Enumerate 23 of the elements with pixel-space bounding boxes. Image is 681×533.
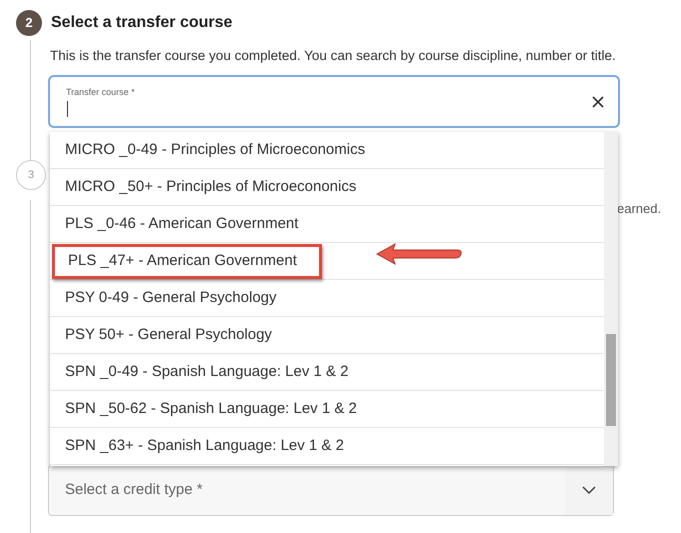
dropdown-option[interactable]: MICRO _50+ - Principles of Microecononics — [52, 170, 356, 205]
step-number: 2 — [16, 10, 42, 36]
dropdown-option[interactable]: SPN _50-62 - Spanish Language: Lev 1 & 2 — [52, 392, 357, 427]
description: This is the transfer course you completed. You can search by course discipline, number or title. — [50, 47, 617, 65]
clear-icon[interactable] — [592, 96, 604, 108]
credit-type-select[interactable]: Select a credit type * — [48, 464, 614, 516]
scrollbar-thumb[interactable] — [606, 334, 616, 426]
dropdown-option[interactable]: SPN _0-49 - Spanish Language: Lev 1 & 2 — [52, 354, 349, 390]
scrollbar[interactable] — [604, 132, 618, 466]
dropdown-option[interactable]: MICRO _0-49 - Principles of Microeconomics — [52, 132, 366, 168]
description-fragment: earned. — [617, 200, 662, 218]
field-label: Transfer course * — [66, 86, 136, 99]
chevron-down-icon — [582, 486, 596, 494]
dropdown-option[interactable]: PLS _47+ - American Government — [52, 244, 322, 279]
step-title: Select a transfer course — [51, 13, 232, 33]
transfer-course-field[interactable]: Transfer course * — [48, 75, 620, 128]
dropdown-option[interactable]: SPN _63+ - Spanish Language: Lev 1 & 2 — [52, 428, 344, 464]
select-placeholder: Select a credit type * — [64, 480, 204, 500]
step-number: 3 — [16, 160, 46, 190]
dropdown-option[interactable]: PSY 0-49 - General Psychology — [52, 280, 277, 316]
dropdown-option[interactable]: PSY 50+ - General Psychology — [52, 318, 272, 353]
dropdown-option[interactable]: PLS _0-46 - American Government — [52, 206, 298, 242]
arrow-icon — [375, 242, 463, 266]
